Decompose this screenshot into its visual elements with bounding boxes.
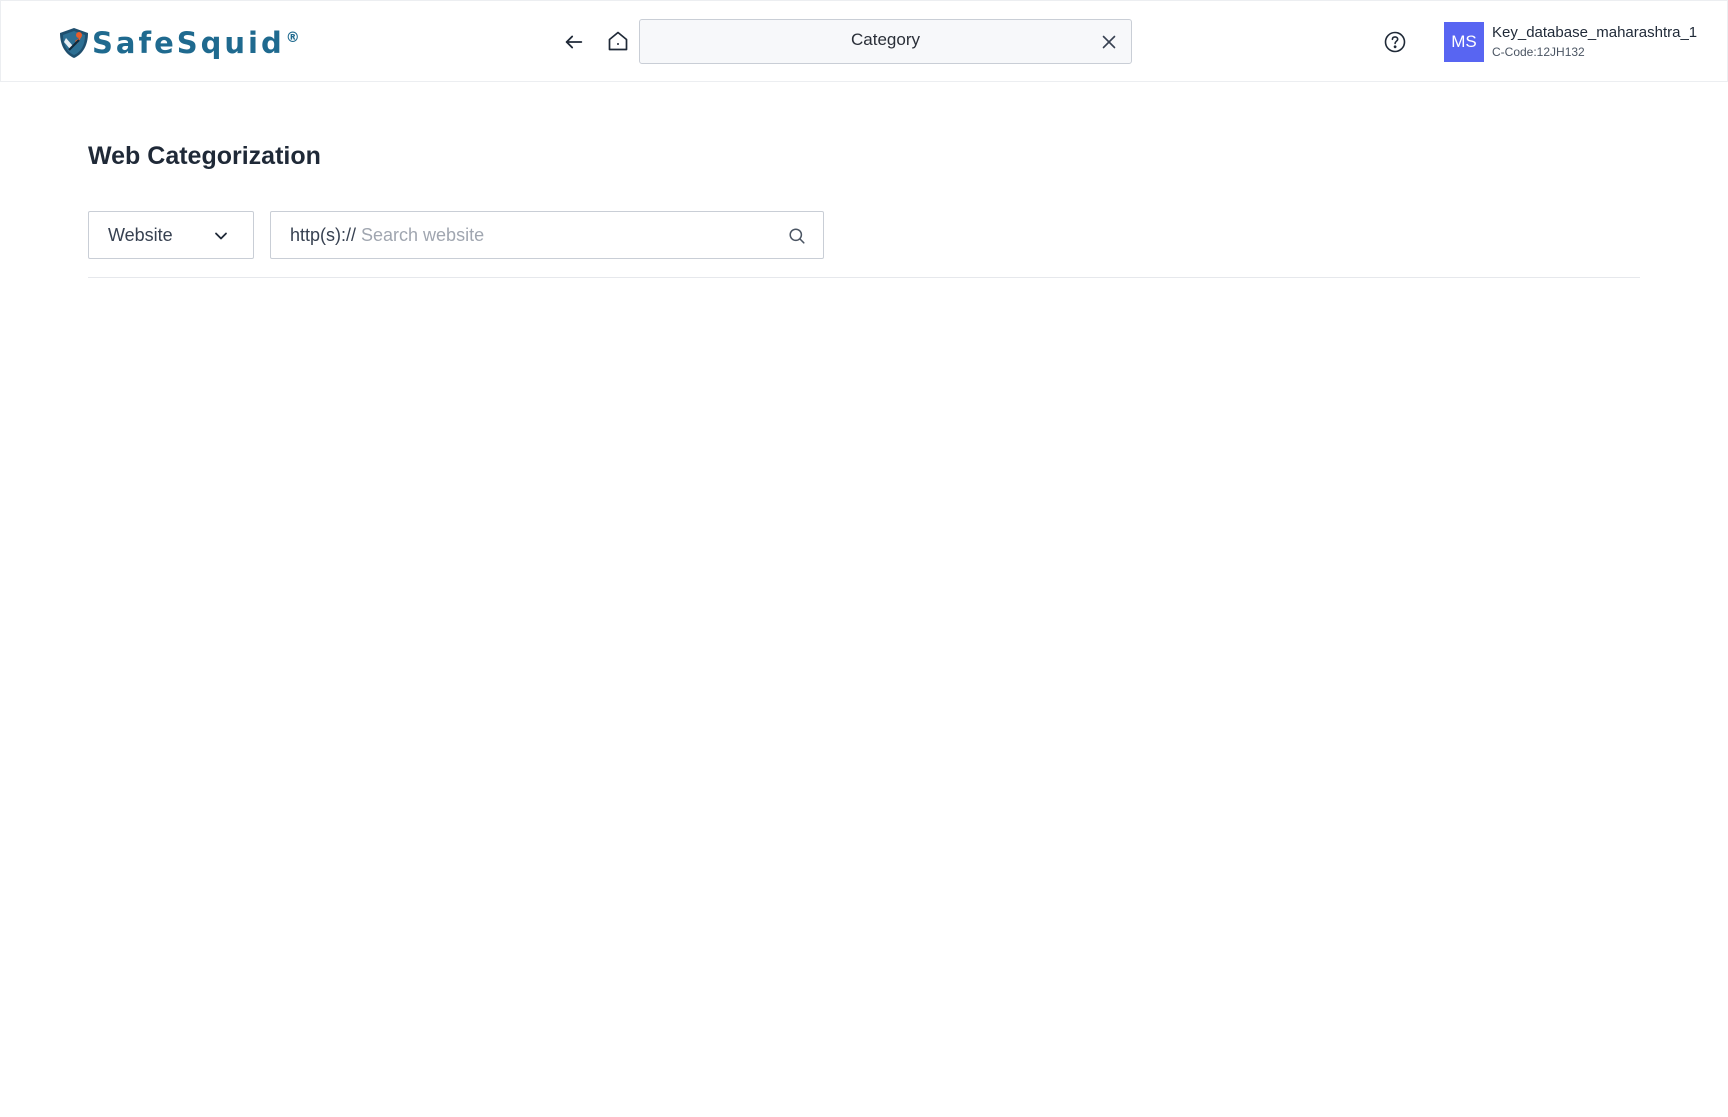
lookup-type-value: Website	[108, 224, 173, 245]
search-button[interactable]	[787, 226, 807, 246]
page-title: Web Categorization	[88, 142, 321, 170]
chevron-down-icon	[215, 232, 227, 240]
current-page-label: Category	[851, 30, 920, 49]
user-avatar[interactable]: MS	[1444, 22, 1484, 62]
logo-registered-mark: ®	[285, 30, 300, 47]
close-tab-button[interactable]	[1097, 30, 1121, 54]
question-circle-icon	[1384, 31, 1406, 53]
back-button[interactable]	[559, 27, 589, 57]
customer-code: C-Code:12JH132	[1492, 45, 1585, 59]
top-header: SafeSquid® Category MS Key_database_maha…	[0, 0, 1728, 82]
url-scheme-prefix: http(s)://	[290, 224, 357, 245]
lookup-type-select[interactable]: Website	[88, 211, 254, 259]
help-button[interactable]	[1380, 27, 1410, 57]
shield-logo-icon	[60, 28, 88, 58]
logo-text: SafeSquid®	[92, 26, 300, 60]
user-name[interactable]: Key_database_maharashtra_1	[1492, 24, 1697, 41]
website-search-box[interactable]: http(s)://	[270, 211, 824, 259]
content-divider	[88, 277, 1640, 278]
arrow-left-icon	[565, 35, 583, 49]
close-icon	[1102, 35, 1116, 49]
website-search-input[interactable]	[361, 220, 762, 250]
search-icon	[789, 228, 805, 244]
safesquid-logo[interactable]: SafeSquid®	[57, 25, 300, 61]
current-page-tab[interactable]: Category	[639, 19, 1132, 64]
home-button[interactable]	[603, 26, 633, 56]
home-icon	[608, 31, 628, 51]
